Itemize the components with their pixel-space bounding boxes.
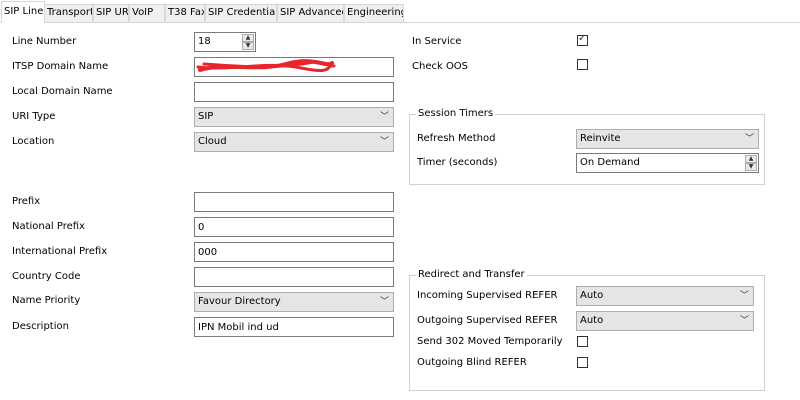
spin-down-icon[interactable]: ▼: [242, 42, 254, 50]
chevron-down-icon: ﹀: [379, 137, 389, 147]
in-service-label: In Service: [412, 36, 462, 47]
tab-sip-uri[interactable]: SIP URI: [93, 4, 129, 22]
prefix-input[interactable]: [194, 192, 394, 212]
local-domain-input[interactable]: [194, 82, 394, 102]
chevron-down-icon: ﹀: [739, 316, 749, 326]
location-value: Cloud: [198, 136, 227, 147]
location-select[interactable]: Cloud ﹀: [194, 132, 394, 152]
send-302-checkbox[interactable]: [577, 336, 588, 347]
line-number-spinner[interactable]: 18 ▲ ▼: [194, 32, 256, 52]
tab-sip-advanced[interactable]: SIP Advanced: [277, 4, 344, 22]
outgoing-refer-select[interactable]: Auto ﹀: [576, 311, 754, 331]
timer-seconds-label: Timer (seconds): [417, 157, 498, 168]
national-prefix-label: National Prefix: [12, 221, 85, 232]
description-input[interactable]: [194, 317, 394, 337]
uri-type-select[interactable]: SIP ﹀: [194, 107, 394, 127]
line-number-spin-buttons: ▲ ▼: [242, 34, 254, 50]
chevron-down-icon: ﹀: [379, 297, 389, 307]
incoming-refer-value: Auto: [580, 290, 604, 301]
national-prefix-input[interactable]: [194, 217, 394, 237]
chevron-down-icon: ﹀: [744, 134, 754, 144]
line-number-label: Line Number: [12, 36, 77, 47]
check-oos-checkbox[interactable]: [577, 59, 588, 70]
location-label: Location: [12, 136, 55, 147]
tab-voip[interactable]: VoIP: [129, 4, 165, 22]
incoming-refer-label: Incoming Supervised REFER: [417, 290, 558, 301]
tab-sip-line[interactable]: SIP Line: [1, 1, 45, 23]
itsp-domain-label: ITSP Domain Name: [12, 61, 109, 72]
blind-refer-label: Outgoing Blind REFER: [417, 357, 527, 368]
country-code-input[interactable]: [194, 267, 394, 287]
tab-strip: SIP Line Transport SIP URI VoIP T38 Fax …: [0, 0, 800, 23]
session-timers-group: Session Timers: [409, 107, 765, 185]
local-domain-label: Local Domain Name: [12, 86, 113, 97]
checkmark-icon: ✓: [578, 33, 587, 44]
itsp-domain-input[interactable]: [194, 57, 394, 77]
redirect-transfer-title: Redirect and Transfer: [416, 268, 527, 282]
international-prefix-input[interactable]: [194, 242, 394, 262]
tab-transport[interactable]: Transport: [44, 4, 93, 22]
description-label: Description: [12, 321, 69, 332]
timer-seconds-value: On Demand: [580, 157, 640, 168]
refresh-method-label: Refresh Method: [417, 133, 496, 144]
prefix-label: Prefix: [12, 196, 41, 207]
name-priority-select[interactable]: Favour Directory ﹀: [194, 292, 394, 312]
spin-down-icon[interactable]: ▼: [745, 163, 757, 171]
name-priority-label: Name Priority: [12, 295, 81, 306]
tab-t38-fax[interactable]: T38 Fax: [165, 4, 205, 22]
name-priority-value: Favour Directory: [198, 296, 281, 307]
spin-up-icon[interactable]: ▲: [242, 34, 254, 42]
refresh-method-select[interactable]: Reinvite ﹀: [576, 129, 759, 149]
chevron-down-icon: ﹀: [739, 291, 749, 301]
outgoing-refer-label: Outgoing Supervised REFER: [417, 315, 558, 326]
blind-refer-checkbox[interactable]: [577, 357, 588, 368]
incoming-refer-select[interactable]: Auto ﹀: [576, 286, 754, 306]
tab-sip-credentials[interactable]: SIP Credentials: [205, 4, 277, 22]
international-prefix-label: International Prefix: [12, 246, 108, 257]
in-service-checkbox[interactable]: ✓: [577, 33, 588, 46]
timer-spin-buttons: ▲ ▼: [745, 155, 757, 171]
check-oos-label: Check OOS: [412, 61, 469, 72]
tab-engineering[interactable]: Engineering: [344, 4, 404, 22]
timer-seconds-spinner[interactable]: On Demand ▲ ▼: [576, 153, 759, 173]
line-number-value: 18: [198, 36, 211, 47]
spin-up-icon[interactable]: ▲: [745, 155, 757, 163]
country-code-label: Country Code: [12, 271, 81, 282]
refresh-method-value: Reinvite: [580, 133, 621, 144]
chevron-down-icon: ﹀: [379, 112, 389, 122]
session-timers-title: Session Timers: [416, 107, 496, 121]
outgoing-refer-value: Auto: [580, 315, 604, 326]
uri-type-value: SIP: [198, 111, 214, 122]
uri-type-label: URI Type: [12, 111, 56, 122]
send-302-label: Send 302 Moved Temporarily: [417, 336, 563, 347]
